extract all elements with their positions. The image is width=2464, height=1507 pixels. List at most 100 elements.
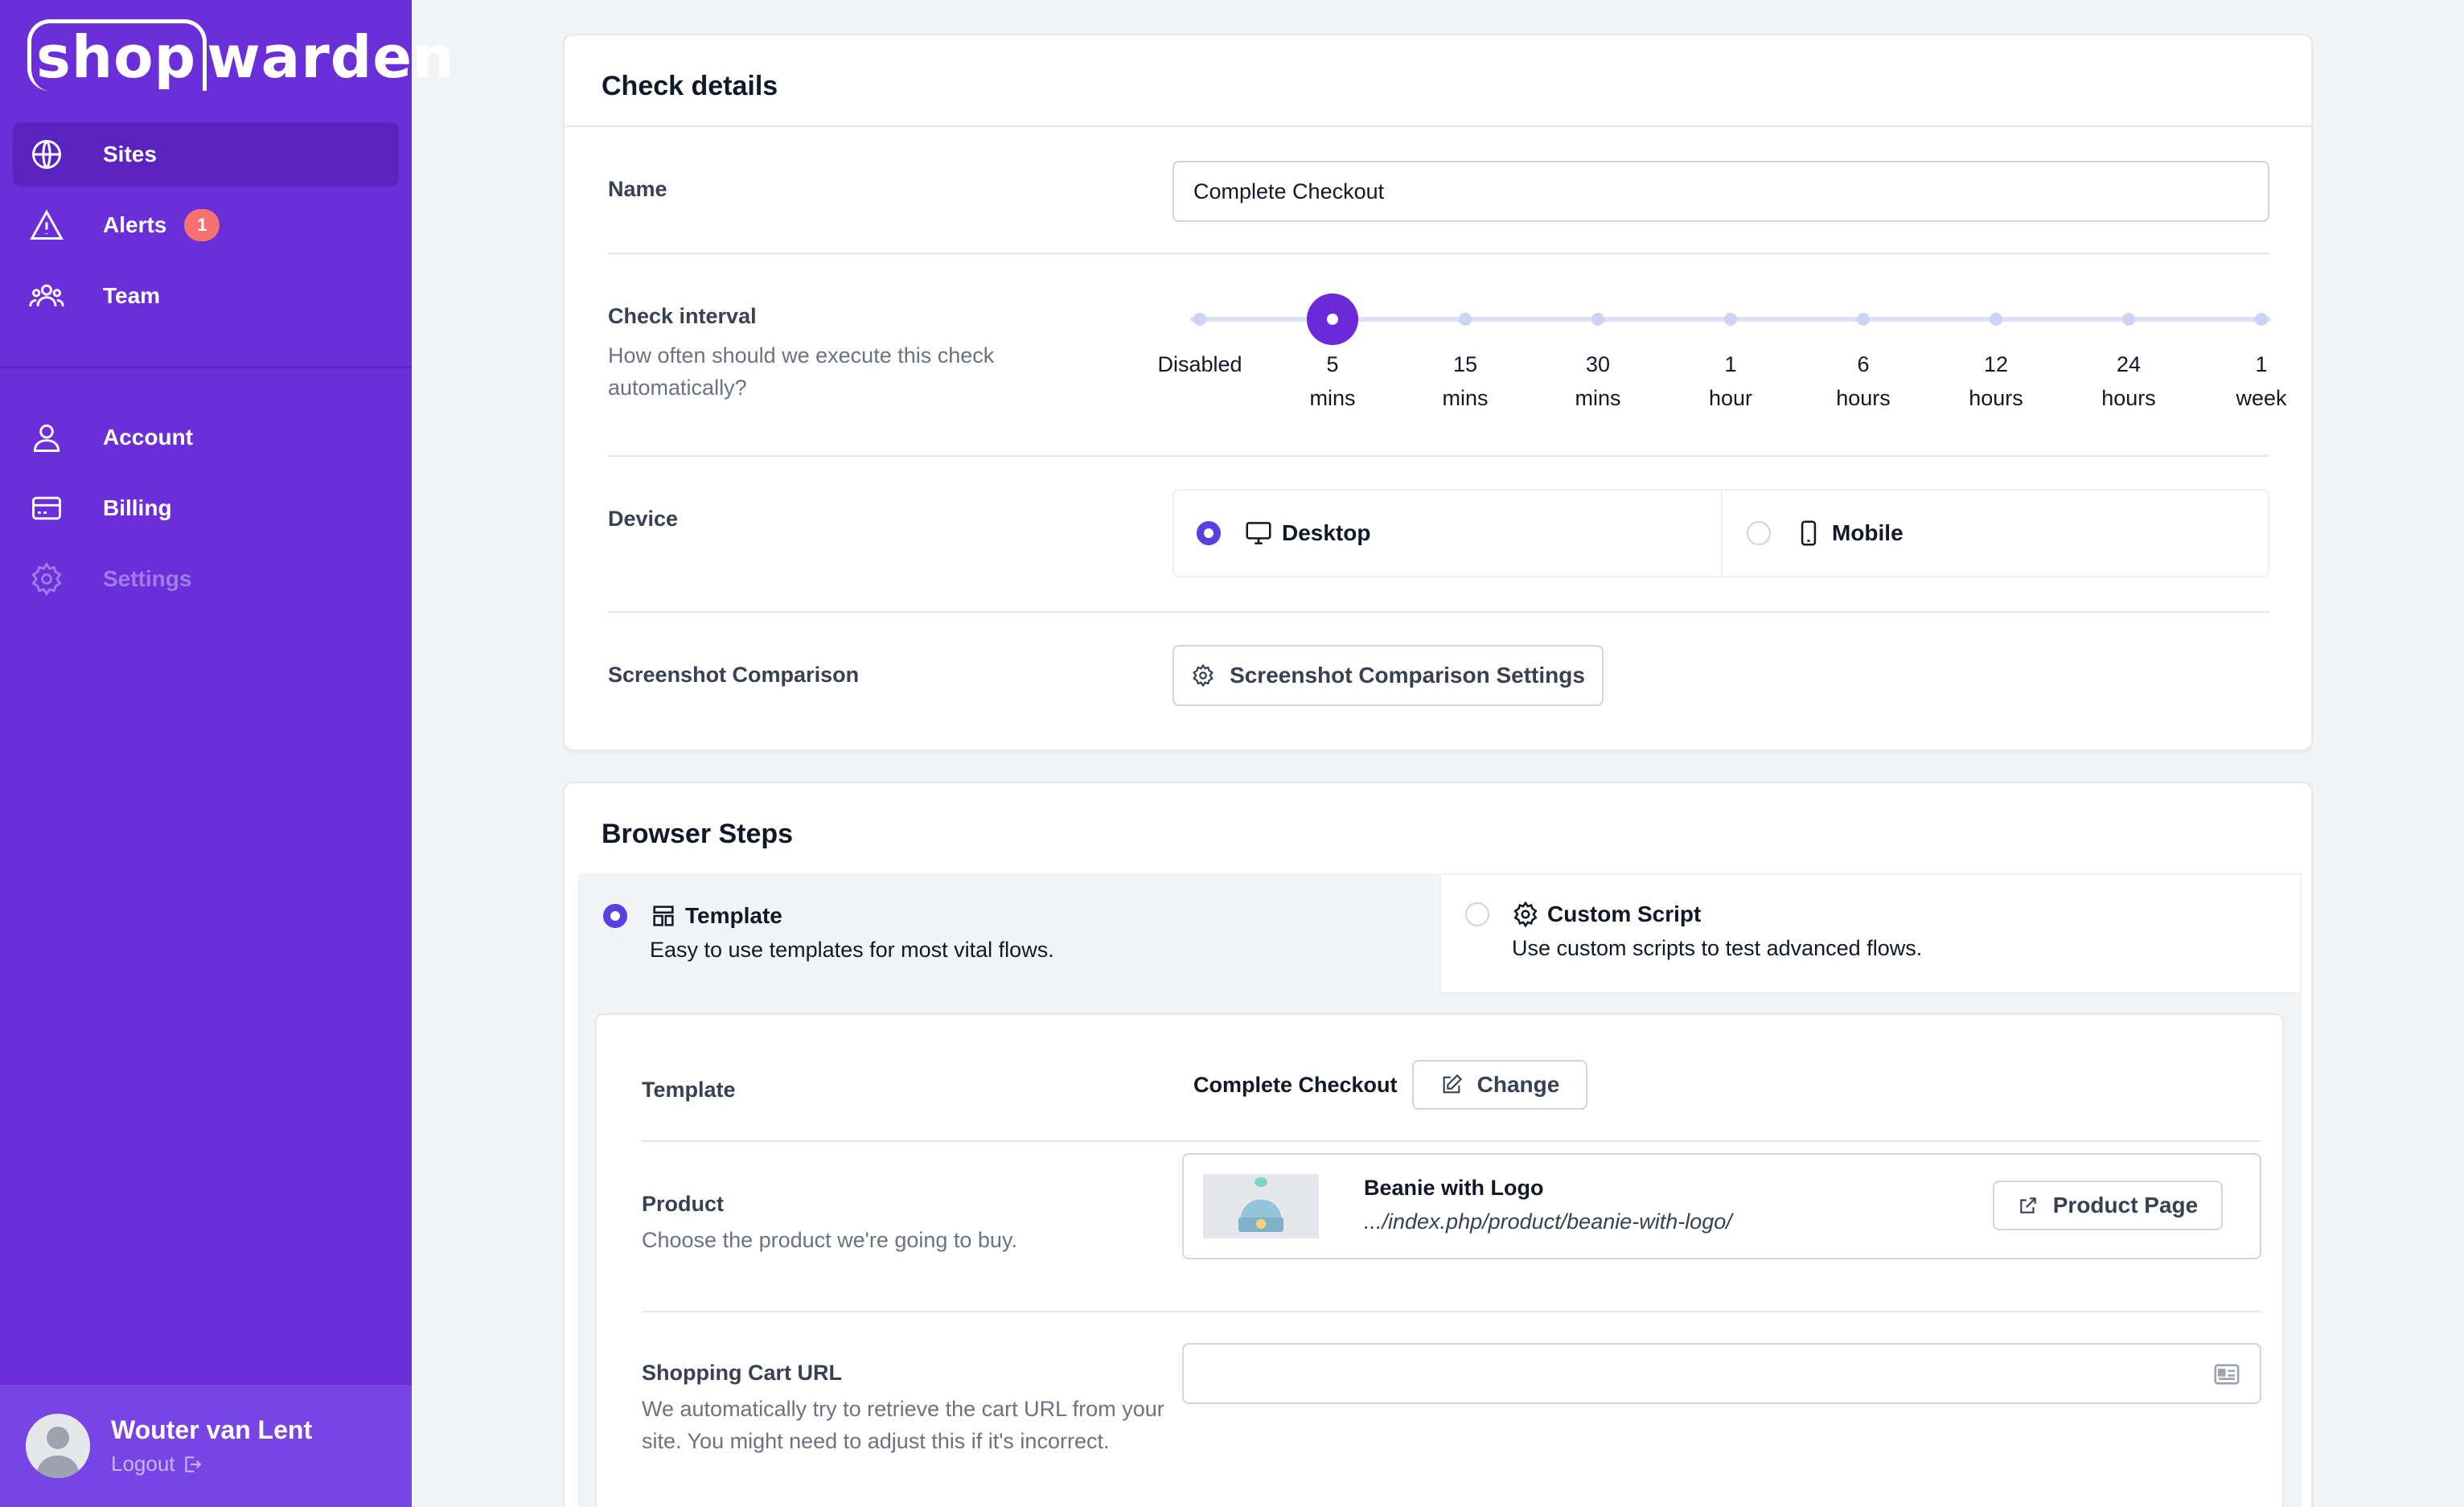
gear-icon bbox=[29, 561, 64, 597]
sidebar-item-billing[interactable]: Billing bbox=[13, 476, 399, 540]
template-config-panel: Template Complete Checkout Change Produc… bbox=[595, 1013, 2284, 1507]
slider-stop[interactable] bbox=[1990, 313, 2002, 326]
tab-title: Custom Script bbox=[1547, 901, 1702, 926]
sidebar-item-account[interactable]: Account bbox=[13, 405, 399, 470]
custom-script-radio[interactable] bbox=[1465, 902, 1489, 926]
card-header-divider bbox=[565, 125, 2311, 127]
row-divider bbox=[608, 253, 2269, 254]
beanie-image-icon bbox=[1238, 1177, 1283, 1232]
sidebar-divider bbox=[0, 367, 412, 368]
sidebar-item-team[interactable]: Team bbox=[13, 264, 399, 328]
mobile-radio[interactable] bbox=[1747, 521, 1771, 545]
row-divider bbox=[642, 1140, 2261, 1142]
button-label: Change bbox=[1476, 1072, 1560, 1097]
sidebar-item-label: Team bbox=[103, 283, 161, 308]
template-value: Complete Checkout bbox=[1193, 1073, 1398, 1097]
check-interval-description: How often should we execute this check a… bbox=[608, 343, 995, 400]
product-page-button[interactable]: Product Page bbox=[1993, 1181, 2223, 1230]
tab-template[interactable]: Template Easy to use templates for most … bbox=[603, 902, 1054, 963]
desktop-label: Desktop bbox=[1282, 520, 1371, 545]
alerts-count-badge: 1 bbox=[184, 209, 220, 241]
user-name: Wouter van Lent bbox=[111, 1415, 313, 1444]
slider-tick-label[interactable]: 1 week bbox=[2213, 347, 2310, 415]
slider-tick-label[interactable]: 15 mins bbox=[1417, 347, 1513, 415]
slider-stop[interactable] bbox=[1459, 313, 1472, 326]
team-icon bbox=[29, 278, 64, 314]
row-divider bbox=[642, 1311, 2261, 1312]
tab-description: Use custom scripts to test advanced flow… bbox=[1512, 936, 1923, 960]
browser-steps-card: Browser Steps Template Easy to use templ… bbox=[563, 782, 2313, 1507]
avatar[interactable] bbox=[26, 1414, 90, 1478]
slider-stop[interactable] bbox=[1724, 313, 1737, 326]
screenshot-comparison-label: Screenshot Comparison bbox=[608, 663, 860, 687]
tab-custom-script[interactable]: Custom Script Use custom scripts to test… bbox=[1465, 901, 1922, 961]
row-divider bbox=[608, 611, 2269, 613]
slider-stop[interactable] bbox=[2255, 313, 2268, 326]
slider-tick-label[interactable]: 6 hours bbox=[1815, 347, 1912, 415]
credit-card-icon bbox=[29, 491, 64, 526]
slider-stop[interactable] bbox=[1857, 313, 1870, 326]
layout-template-icon bbox=[653, 905, 674, 926]
logout-icon bbox=[184, 1456, 201, 1472]
sidebar-item-label: Alerts bbox=[103, 212, 167, 237]
gear-icon bbox=[1513, 901, 1538, 928]
template-radio[interactable] bbox=[603, 904, 627, 928]
logout-label: Logout bbox=[111, 1452, 175, 1476]
shopping-cart-url-input[interactable] bbox=[1182, 1343, 2261, 1404]
slider-tick-label[interactable]: 1 hour bbox=[1682, 347, 1779, 415]
sidebar-item-label: Account bbox=[103, 425, 193, 450]
shopwarden-logo[interactable]: shop warden bbox=[27, 19, 454, 91]
slider-stop[interactable] bbox=[2122, 313, 2135, 326]
sidebar-item-label: Billing bbox=[103, 495, 172, 520]
logo-text-warden: warden bbox=[207, 23, 455, 91]
button-label: Screenshot Comparison Settings bbox=[1230, 663, 1585, 688]
slider-tick-label[interactable]: 5 mins bbox=[1284, 347, 1381, 415]
logout-link[interactable]: Logout bbox=[111, 1452, 312, 1476]
id-card-icon bbox=[2214, 1364, 2240, 1385]
tab-description: Easy to use templates for most vital flo… bbox=[650, 938, 1054, 962]
slider-stop[interactable] bbox=[1193, 313, 1206, 326]
shopping-cart-url-label: Shopping Cart URL bbox=[642, 1361, 842, 1385]
sidebar: shop warden Sites Alerts 1 Team Account … bbox=[0, 0, 454, 1507]
shopping-cart-url-description: We automatically try to retrieve the car… bbox=[642, 1397, 1164, 1453]
product-url: .../index.php/product/beanie-with-logo/ bbox=[1364, 1209, 1732, 1234]
row-divider bbox=[608, 455, 2269, 457]
screenshot-comparison-settings-button[interactable]: Screenshot Comparison Settings bbox=[1172, 645, 1604, 706]
sidebar-item-alerts[interactable]: Alerts 1 bbox=[13, 193, 399, 257]
secondary-nav: Account Billing Settings bbox=[13, 405, 399, 618]
slider-tick-label[interactable]: 30 mins bbox=[1550, 347, 1646, 415]
desktop-radio[interactable] bbox=[1197, 521, 1221, 545]
product-description: Choose the product we're going to buy. bbox=[642, 1228, 1017, 1252]
warning-icon bbox=[29, 207, 64, 243]
sidebar-item-sites[interactable]: Sites bbox=[13, 122, 399, 187]
card-title: Check details bbox=[602, 71, 778, 101]
slider-thumb[interactable] bbox=[1307, 294, 1358, 345]
edit-icon bbox=[1443, 1074, 1462, 1094]
product-selector[interactable]: Beanie with Logo .../index.php/product/b… bbox=[1182, 1153, 2261, 1259]
external-link-icon bbox=[2020, 1197, 2036, 1213]
main-nav: Sites Alerts 1 Team bbox=[13, 122, 399, 335]
product-thumbnail bbox=[1203, 1174, 1319, 1238]
logo-text-shop: shop bbox=[27, 19, 207, 91]
gear-icon bbox=[1193, 663, 1214, 688]
slider-tick-label[interactable]: Disabled bbox=[1152, 347, 1248, 381]
check-interval-label: Check interval bbox=[608, 304, 757, 328]
sidebar-item-label: Settings bbox=[103, 566, 192, 591]
device-option-desktop[interactable]: Desktop bbox=[1197, 518, 1370, 548]
button-label: Product Page bbox=[2052, 1193, 2199, 1218]
change-template-button[interactable]: Change bbox=[1412, 1060, 1587, 1110]
template-label: Template bbox=[642, 1078, 736, 1102]
product-name: Beanie with Logo bbox=[1364, 1176, 1544, 1200]
sidebar-item-settings[interactable]: Settings bbox=[13, 547, 399, 611]
product-label: Product bbox=[642, 1192, 725, 1216]
desktop-icon bbox=[1246, 522, 1271, 544]
check-name-input[interactable]: Complete Checkout bbox=[1172, 161, 2269, 222]
slider-stop[interactable] bbox=[1591, 313, 1604, 326]
tab-title: Template bbox=[685, 903, 782, 928]
slider-tick-label[interactable]: 12 hours bbox=[1948, 347, 2044, 415]
user-icon bbox=[29, 420, 64, 455]
mobile-label: Mobile bbox=[1832, 520, 1903, 545]
slider-tick-label[interactable]: 24 hours bbox=[2080, 347, 2177, 415]
mobile-icon bbox=[1801, 520, 1817, 546]
device-option-mobile[interactable]: Mobile bbox=[1747, 518, 1903, 548]
